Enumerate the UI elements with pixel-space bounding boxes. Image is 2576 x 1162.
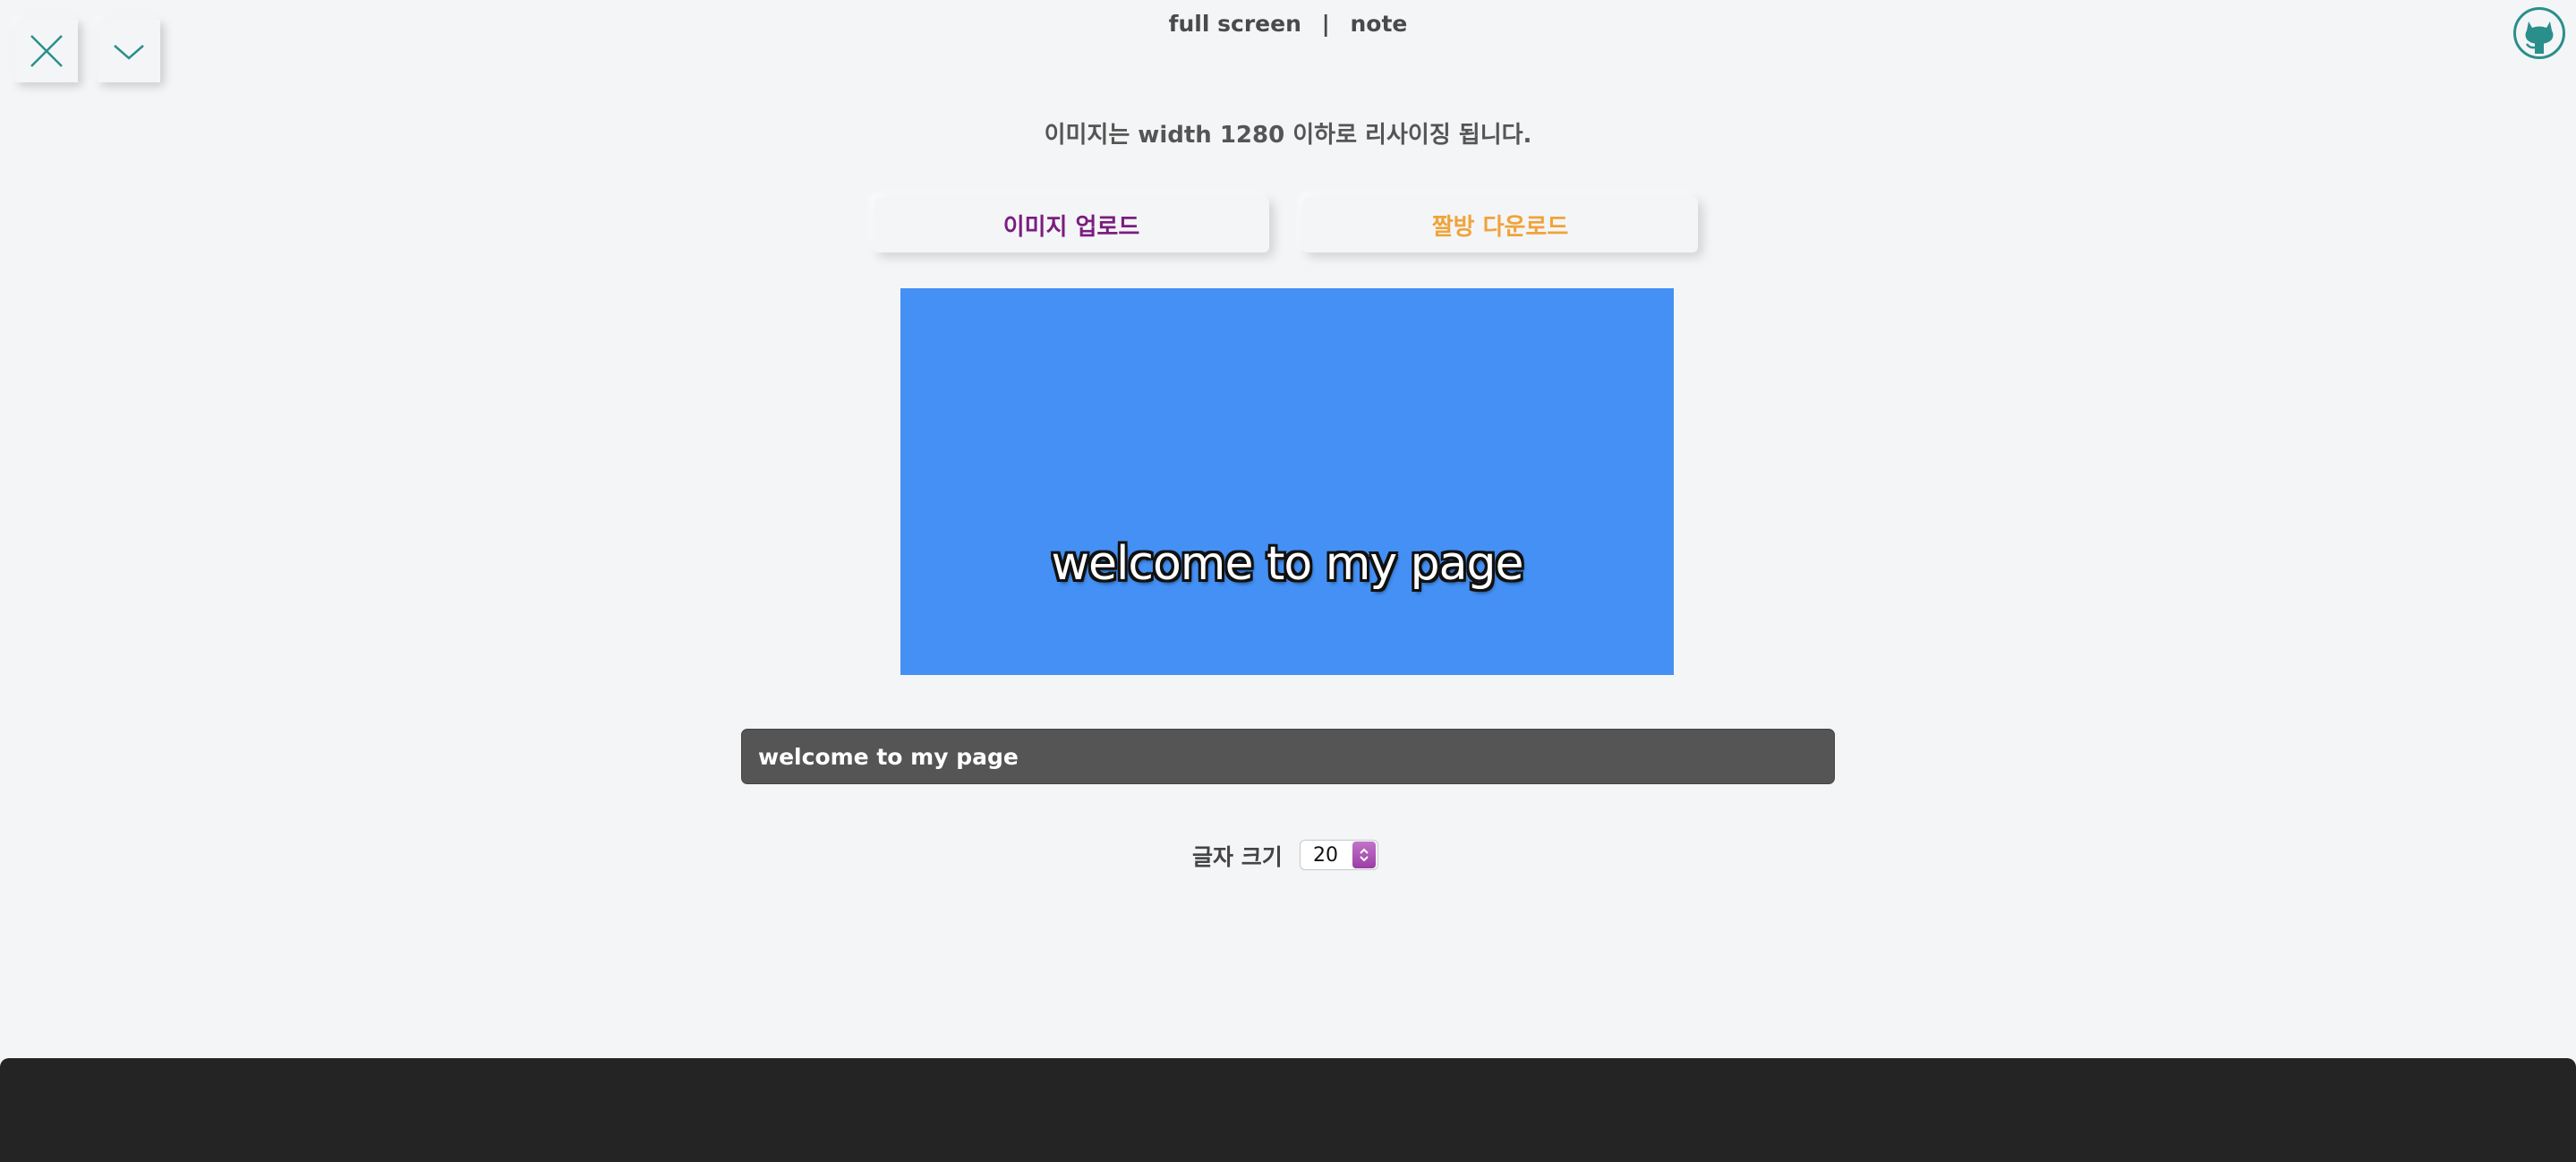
close-icon (30, 35, 63, 67)
image-upload-button[interactable]: 이미지 업로드 (874, 197, 1269, 252)
page: full screen | note 이미지는 width 1280 이하로 리… (0, 0, 2576, 1162)
stepper-arrows-icon[interactable] (1352, 842, 1376, 868)
note-link[interactable]: note (1350, 11, 1407, 37)
footer (0, 1058, 2576, 1162)
github-link[interactable] (2513, 7, 2565, 59)
font-size-label: 글자 크기 (1192, 844, 1283, 870)
font-size-stepper[interactable]: 20 (1300, 840, 1378, 870)
font-size-value[interactable]: 20 (1301, 844, 1352, 867)
chevron-down-icon (114, 45, 144, 60)
caption-text-input[interactable] (741, 729, 1835, 784)
preview-caption: welcome to my page (1051, 537, 1523, 591)
nav-separator: | (1321, 11, 1330, 37)
resize-notice: 이미지는 width 1280 이하로 리사이징 됩니다. (1044, 122, 1532, 149)
fullscreen-link[interactable]: full screen (1169, 11, 1301, 37)
meme-download-button[interactable]: 짤방 다운로드 (1302, 197, 1698, 252)
github-octocat-icon (2525, 21, 2554, 54)
meme-preview-image: welcome to my page (900, 288, 1674, 675)
top-nav: full screen | note (0, 11, 2576, 37)
